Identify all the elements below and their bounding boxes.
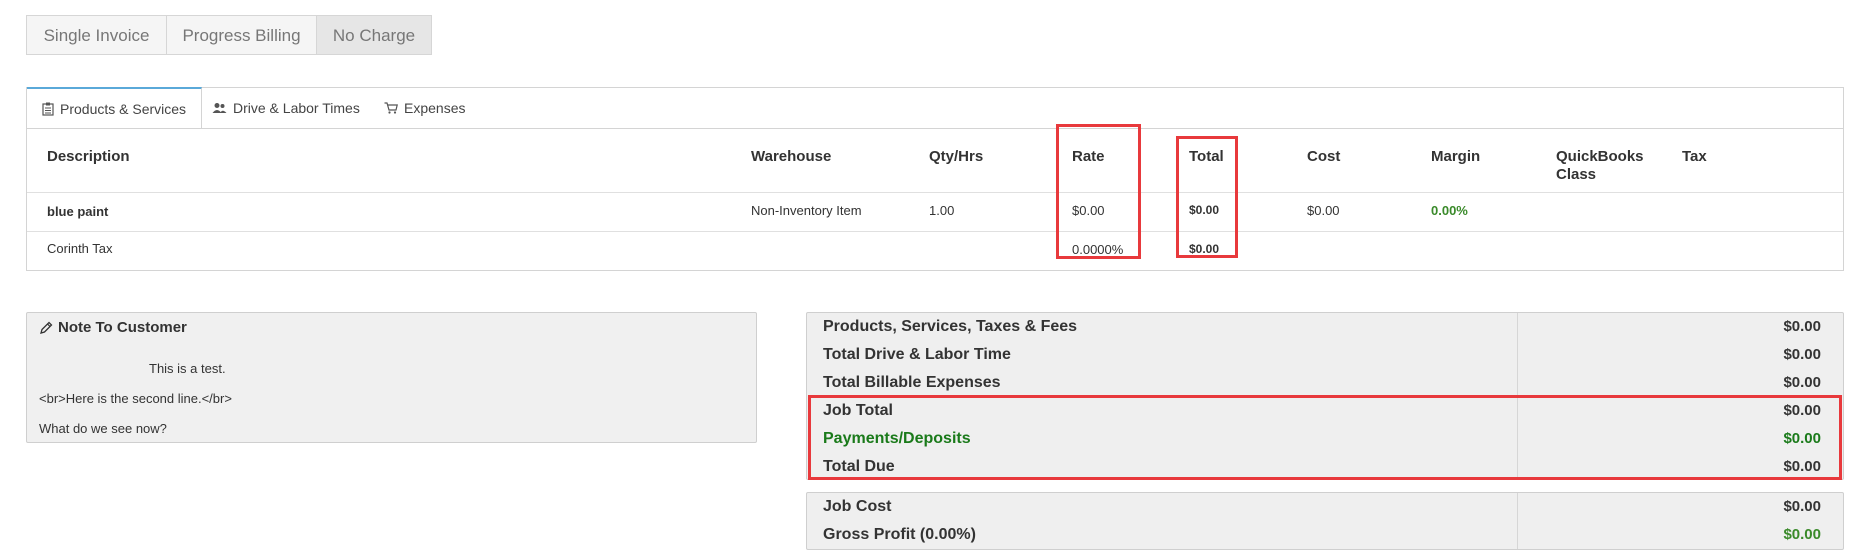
tab-labor-label: Drive & Labor Times	[233, 100, 360, 116]
cost-row: Job Cost $0.00	[807, 493, 1843, 521]
tab-expenses-label: Expenses	[404, 100, 466, 116]
users-icon	[212, 103, 227, 113]
totals-row: Products, Services, Taxes & Fees $0.00	[807, 313, 1843, 341]
col-cost: Cost	[1307, 148, 1341, 165]
row-divider	[27, 231, 1843, 232]
row2-description: Corinth Tax	[47, 241, 113, 256]
note-line-2: <br>Here is the second line.</br>	[39, 391, 232, 406]
clipboard-icon	[42, 102, 54, 116]
col-tax: Tax	[1682, 148, 1707, 165]
billing-type-group: Single Invoice Progress Billing No Charg…	[26, 15, 432, 55]
col-margin: Margin	[1431, 148, 1481, 165]
cost-label-job-cost: Job Cost	[823, 498, 892, 515]
item-tabs: Products & Services Drive & Labor Times …	[27, 87, 1843, 129]
tab-drive-labor[interactable]: Drive & Labor Times	[212, 88, 360, 128]
no-charge-button[interactable]: No Charge	[316, 15, 432, 55]
pencil-icon	[40, 321, 53, 334]
row1-warehouse: Non-Inventory Item	[751, 203, 862, 218]
note-to-customer-panel: Note To Customer This is a test. <br>Her…	[26, 312, 757, 443]
line-items-panel: Products & Services Drive & Labor Times …	[26, 87, 1844, 271]
job-total-highlight-box	[808, 395, 1842, 480]
rate-highlight-box	[1056, 124, 1141, 259]
totals-label-expenses: Total Billable Expenses	[823, 374, 1001, 391]
cost-row: Gross Profit (0.00%) $0.00	[807, 521, 1843, 549]
progress-billing-button[interactable]: Progress Billing	[166, 15, 317, 55]
col-qb-class-line1: QuickBooks	[1556, 148, 1644, 165]
col-description: Description	[47, 148, 130, 165]
cost-panel: Job Cost $0.00 Gross Profit (0.00%) $0.0…	[806, 492, 1844, 550]
note-line-3: What do we see now?	[39, 421, 167, 436]
row1-cost: $0.00	[1307, 203, 1340, 218]
col-warehouse: Warehouse	[751, 148, 832, 165]
cost-label-gross-profit: Gross Profit (0.00%)	[823, 526, 976, 543]
cost-value-job-cost: $0.00	[1783, 498, 1821, 515]
col-qb-class: QuickBooks Class	[1556, 148, 1644, 184]
row1-margin: 0.00%	[1431, 203, 1468, 218]
col-qty: Qty/Hrs	[929, 148, 984, 165]
total-highlight-box	[1176, 136, 1238, 258]
totals-value-expenses: $0.00	[1783, 374, 1821, 391]
note-title-label: Note To Customer	[58, 319, 187, 336]
totals-value-labor: $0.00	[1783, 346, 1821, 363]
totals-label-labor: Total Drive & Labor Time	[823, 346, 1011, 363]
single-invoice-button[interactable]: Single Invoice	[26, 15, 167, 55]
tab-products-label: Products & Services	[60, 100, 187, 117]
totals-row: Total Billable Expenses $0.00	[807, 369, 1843, 397]
totals-label-products: Products, Services, Taxes & Fees	[823, 318, 1078, 335]
note-title: Note To Customer	[39, 319, 187, 336]
col-qb-class-line2: Class	[1556, 166, 1597, 183]
tab-expenses[interactable]: Expenses	[384, 88, 465, 128]
cart-icon	[384, 102, 398, 114]
totals-value-products: $0.00	[1783, 318, 1821, 335]
totals-row: Total Drive & Labor Time $0.00	[807, 341, 1843, 369]
row-divider	[27, 192, 1843, 193]
tab-products-services[interactable]: Products & Services	[27, 87, 203, 128]
row1-description: blue paint	[47, 204, 109, 219]
row1-qty: 1.00	[929, 203, 955, 218]
cost-value-gross-profit: $0.00	[1783, 526, 1821, 543]
note-line-1: This is a test.	[149, 361, 226, 376]
